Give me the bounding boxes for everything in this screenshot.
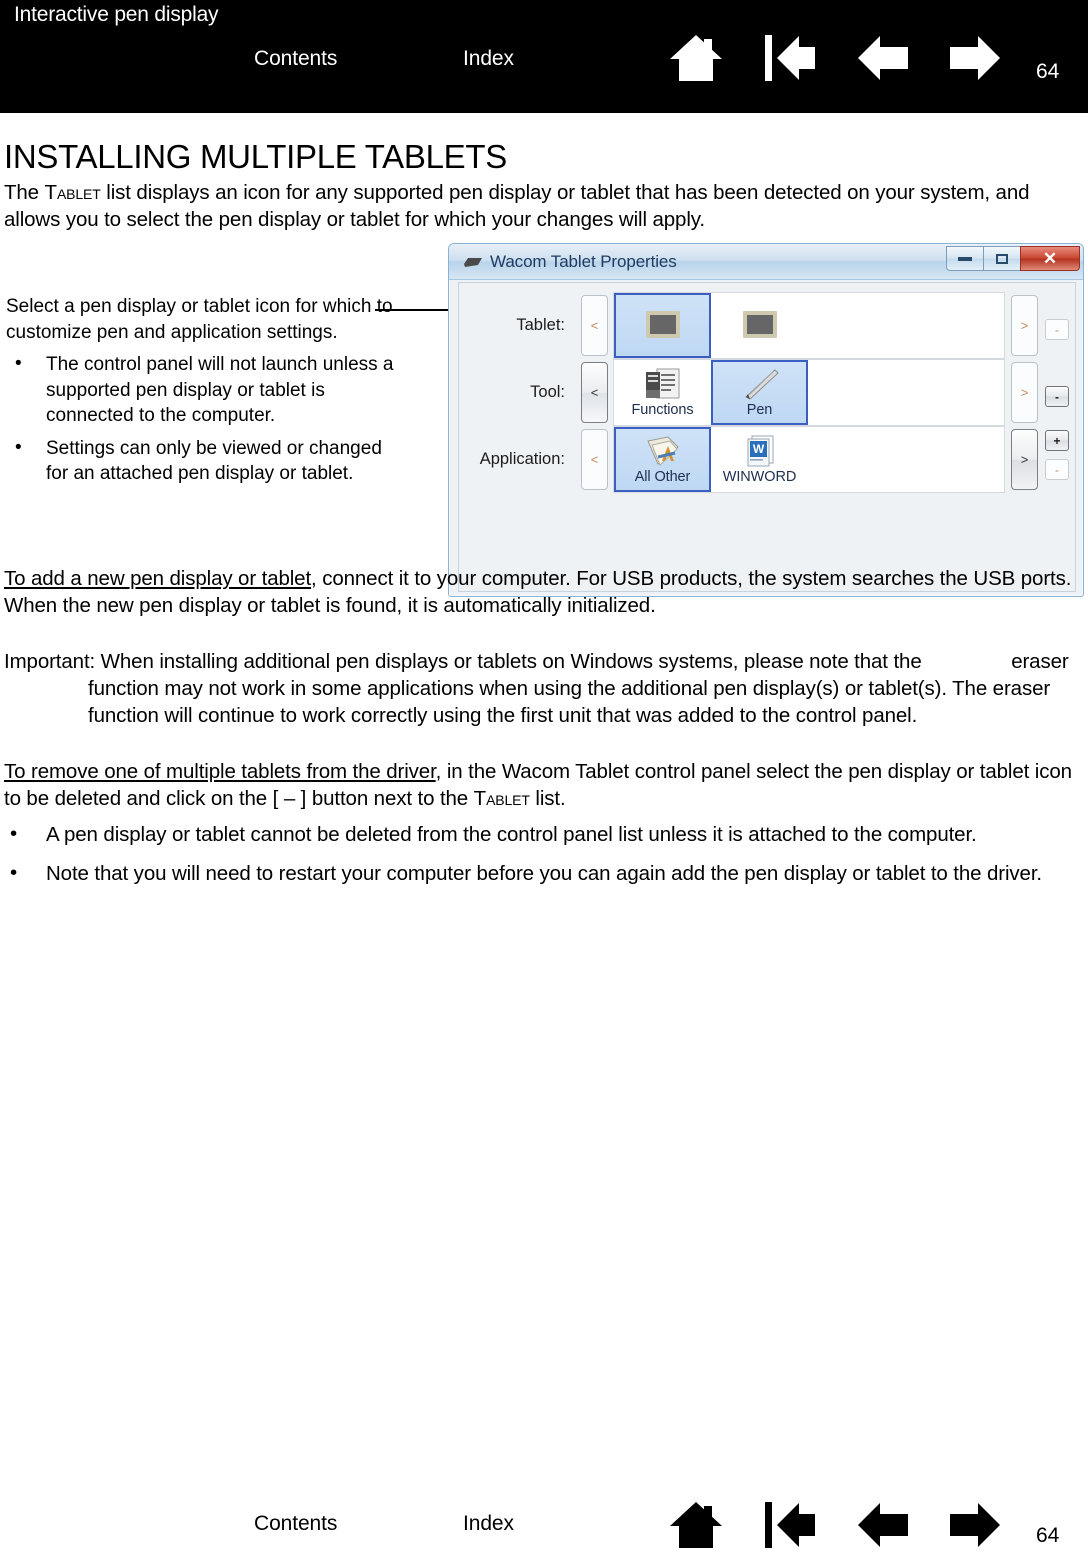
header-contents-link[interactable]: Contents xyxy=(254,47,337,71)
application-row-label: Application: xyxy=(479,450,565,468)
tablet-item-1[interactable] xyxy=(614,293,711,358)
remove-tablet-paragraph: To remove one of multiple tablets from t… xyxy=(4,758,1080,812)
wacom-tablet-icon xyxy=(464,258,482,267)
bullet-marker: • xyxy=(15,353,22,374)
intro-part1: The xyxy=(4,181,45,204)
tablet-row: Tablet: < > xyxy=(459,292,1077,359)
close-icon: ✕ xyxy=(1042,249,1058,268)
application-item-all-other[interactable]: All Other xyxy=(614,427,711,492)
tablet-row-label: Tablet: xyxy=(516,316,565,334)
remove-notes-list: • A pen display or tablet cannot be dele… xyxy=(4,821,1080,899)
minimize-button[interactable] xyxy=(946,246,984,271)
first-page-icon[interactable] xyxy=(763,1500,819,1550)
maximize-button[interactable] xyxy=(983,246,1021,271)
functions-icon xyxy=(645,368,679,399)
tool-item-label: Pen xyxy=(746,402,773,418)
tool-item-functions[interactable]: Functions xyxy=(614,360,711,425)
tool-scroll-right-button[interactable]: > xyxy=(1011,362,1038,423)
add-tablet-link[interactable]: To add a new pen display or tablet xyxy=(4,567,311,590)
callout-bullet-list: • The control panel will not launch unle… xyxy=(6,352,406,487)
footer-index-link[interactable]: Index xyxy=(463,1512,514,1536)
dialog-titlebar: Wacom Tablet Properties ✕ xyxy=(449,244,1083,280)
tool-item-pen[interactable]: Pen xyxy=(711,360,808,425)
header-page-number: 64 xyxy=(1036,60,1060,83)
application-remove-button[interactable]: - xyxy=(1045,459,1069,480)
tool-row: Tool: < Functions Pen > xyxy=(459,359,1077,426)
remove-tablet-end: list. xyxy=(529,787,566,810)
footer-contents-link[interactable]: Contents xyxy=(254,1512,337,1536)
maximize-icon xyxy=(996,253,1008,264)
tablet-remove-button[interactable]: - xyxy=(1045,319,1069,340)
tablet-icon xyxy=(742,311,777,338)
window-controls: ✕ xyxy=(946,246,1080,273)
tool-list[interactable]: Functions Pen xyxy=(613,359,1005,426)
application-item-label: WINWORD xyxy=(722,469,797,485)
first-page-icon[interactable] xyxy=(763,33,819,83)
page-footer: Contents Index 64 xyxy=(0,1488,1088,1564)
tablet-scroll-left-button[interactable]: < xyxy=(581,295,608,356)
footer-page-number: 64 xyxy=(1036,1524,1060,1547)
close-button[interactable]: ✕ xyxy=(1020,246,1080,271)
important-text: When installing additional pen displays … xyxy=(95,650,922,673)
list-item: • Settings can only be viewed or changed… xyxy=(6,436,406,487)
remove-smallcaps-tablet: Tablet xyxy=(473,787,530,810)
application-scroll-left-button[interactable]: < xyxy=(581,429,608,490)
home-icon[interactable] xyxy=(668,1500,724,1550)
important-label: Important: xyxy=(4,650,96,673)
add-tablet-paragraph: To add a new pen display or tablet, conn… xyxy=(4,565,1080,619)
header-index-link[interactable]: Index xyxy=(463,47,514,71)
callout-item-text: Settings can only be viewed or changed f… xyxy=(46,437,382,485)
callout-lead-text: Select a pen display or tablet icon for … xyxy=(6,296,393,343)
important-paragraph: Important: When installing additional pe… xyxy=(4,648,1080,729)
callout-item-text: The control panel will not launch unless… xyxy=(46,354,394,426)
application-list[interactable]: All Other W WINWORD xyxy=(613,426,1005,493)
tablet-icon xyxy=(645,311,680,338)
list-item: • The control panel will not launch unle… xyxy=(6,352,406,429)
intro-paragraph: The Tablet list displays an icon for any… xyxy=(4,179,1076,233)
page-title: INSTALLING MULTIPLE TABLETS xyxy=(4,138,507,175)
next-page-icon[interactable] xyxy=(946,33,1002,83)
application-item-label: All Other xyxy=(634,469,691,485)
winword-icon: W xyxy=(747,435,773,467)
svg-text:W: W xyxy=(752,442,764,456)
pen-icon xyxy=(744,369,779,400)
remove-tablet-link[interactable]: To remove one of multiple tablets from t… xyxy=(4,760,436,783)
tool-scroll-left-button[interactable]: < xyxy=(581,362,608,423)
bullet-marker: • xyxy=(10,861,18,884)
bullet-marker: • xyxy=(10,822,18,845)
application-item-winword[interactable]: W WINWORD xyxy=(711,427,808,492)
wacom-tablet-properties-dialog: Wacom Tablet Properties ✕ Tablet: < > To… xyxy=(448,243,1084,597)
tool-row-label: Tool: xyxy=(530,383,565,401)
previous-page-icon[interactable] xyxy=(856,33,912,83)
application-add-button[interactable]: + xyxy=(1045,430,1069,451)
header-nav-icons xyxy=(668,33,1028,83)
list-item: • Note that you will need to restart you… xyxy=(4,860,1080,887)
all-other-icon xyxy=(646,436,679,466)
note-text: A pen display or tablet cannot be delete… xyxy=(46,823,977,846)
tablet-item-2[interactable] xyxy=(711,293,808,358)
bullet-marker: • xyxy=(15,436,22,458)
application-scroll-right-button[interactable]: > xyxy=(1011,429,1038,490)
list-item: • A pen display or tablet cannot be dele… xyxy=(4,821,1080,848)
application-row: Application: < All Other W WINWORD > xyxy=(459,426,1077,493)
minimize-icon xyxy=(958,256,972,261)
dialog-body: Tablet: < > Tool: < Functions Pen > Appl… xyxy=(458,282,1076,592)
intro-part2: list displays an icon for any supported … xyxy=(4,181,1030,231)
tool-remove-button[interactable]: - xyxy=(1045,386,1069,407)
previous-page-icon[interactable] xyxy=(856,1500,912,1550)
callout-block: Select a pen display or tablet icon for … xyxy=(6,294,406,494)
tool-item-label: Functions xyxy=(631,402,694,418)
footer-nav-icons xyxy=(668,1500,1028,1550)
tablet-scroll-right-button[interactable]: > xyxy=(1011,295,1038,356)
note-text: Note that you will need to restart your … xyxy=(46,862,1042,885)
page-header: Interactive pen display Contents Index 6… xyxy=(0,0,1088,113)
tablet-list[interactable] xyxy=(613,292,1005,359)
next-page-icon[interactable] xyxy=(946,1500,1002,1550)
dialog-title: Wacom Tablet Properties xyxy=(490,252,677,271)
home-icon[interactable] xyxy=(668,33,724,83)
intro-smallcaps-tablet: Tablet xyxy=(44,181,101,204)
header-title: Interactive pen display xyxy=(14,3,219,26)
